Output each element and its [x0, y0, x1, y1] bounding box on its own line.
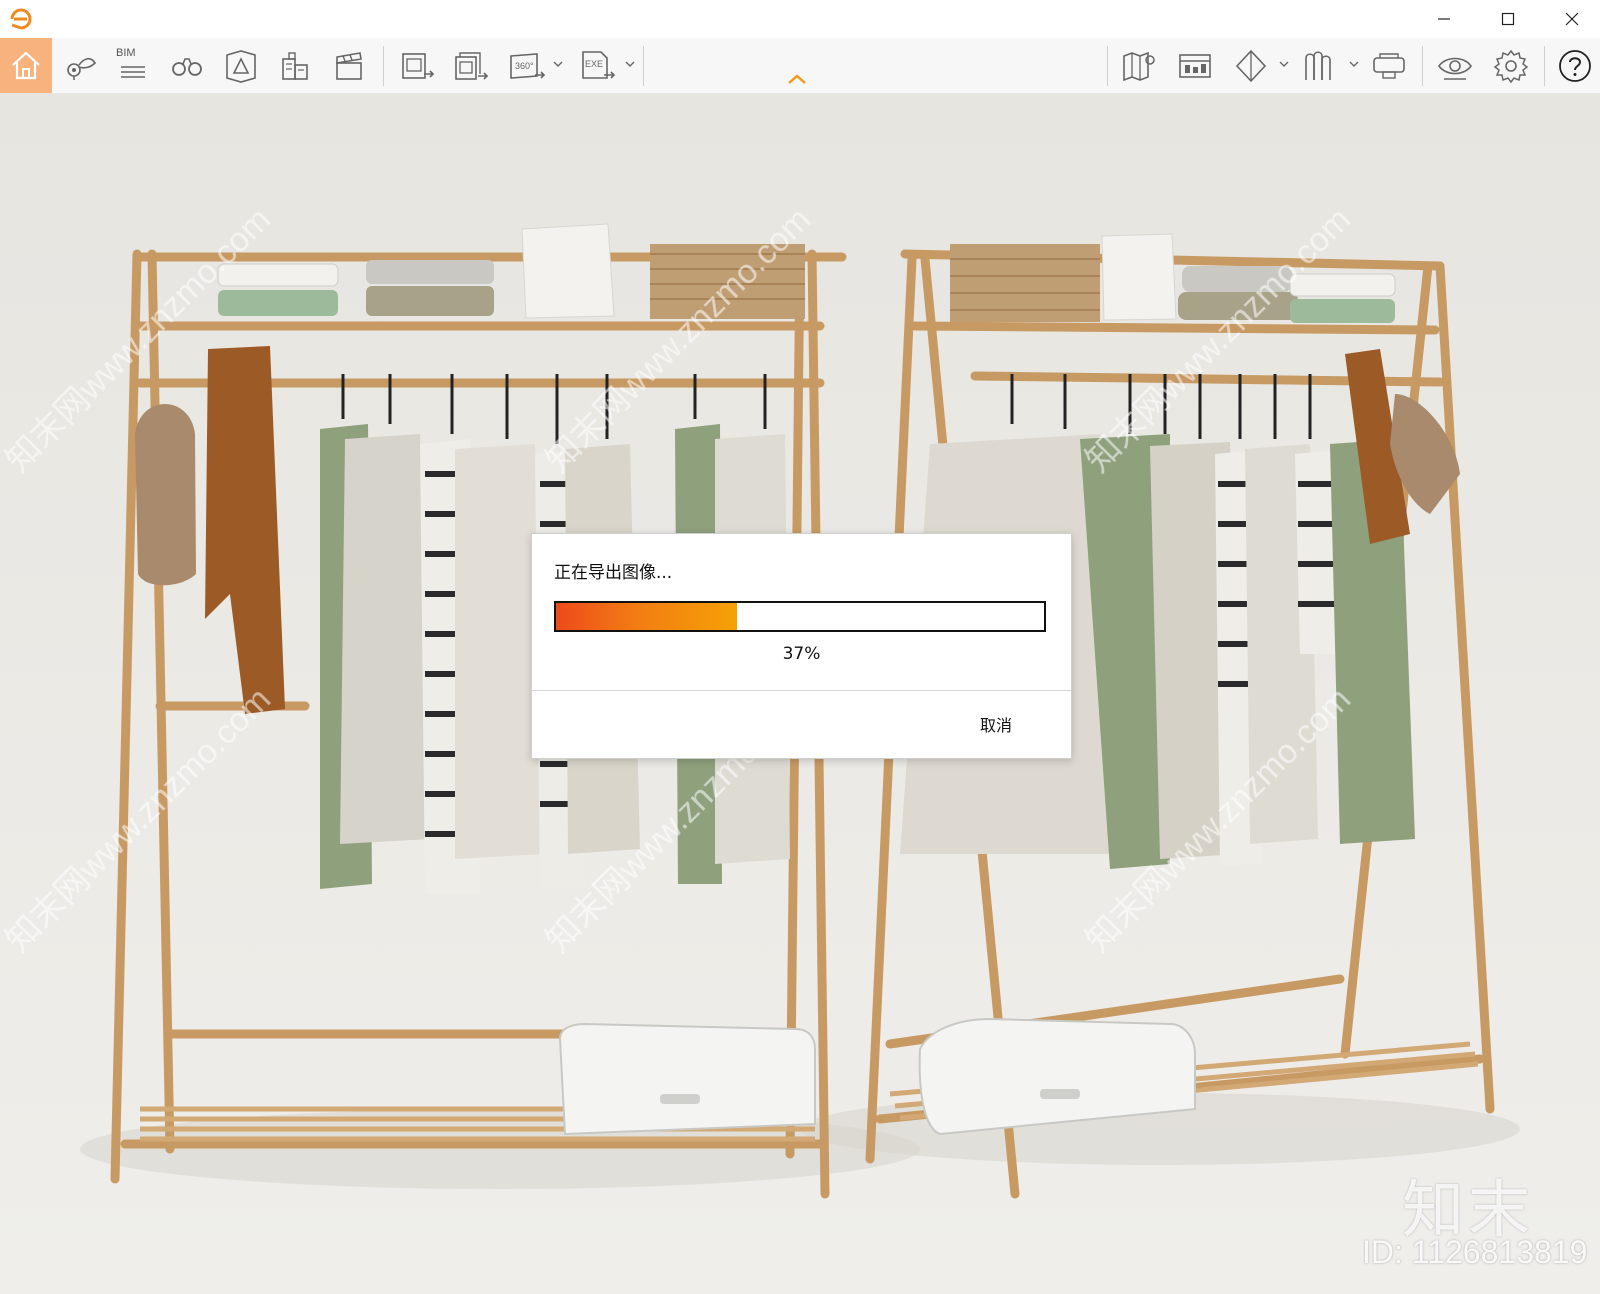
cabinet-icon	[1305, 50, 1331, 80]
chevron-down-icon[interactable]	[1278, 58, 1290, 70]
eye-icon	[1438, 57, 1472, 80]
export-exe-icon: EXE	[582, 50, 616, 79]
collapse-toolbar-toggle[interactable]	[786, 72, 808, 86]
minimize-icon	[1438, 18, 1450, 20]
export-exe-button[interactable]: EXE	[574, 38, 620, 93]
export-progress-dialog: 正在导出图像... 37% 取消	[531, 533, 1072, 759]
maximize-button[interactable]	[1476, 0, 1540, 38]
dialog-title: 正在导出图像...	[554, 563, 673, 583]
export-batch-button[interactable]	[448, 38, 494, 93]
perspective-button[interactable]	[218, 38, 264, 93]
vr-headset-icon	[1373, 52, 1405, 79]
map-button[interactable]	[1116, 38, 1162, 93]
bim-button[interactable]	[110, 38, 156, 93]
export-360-button[interactable]: 360°	[504, 38, 550, 93]
help-button[interactable]	[1552, 38, 1598, 93]
export-360-icon: 360°	[510, 52, 546, 79]
help-icon	[1559, 49, 1591, 82]
location-pin-icon	[67, 57, 97, 80]
toolbar-divider	[1107, 46, 1108, 86]
chevron-down-icon[interactable]	[1348, 58, 1360, 70]
cube-icon	[1235, 49, 1267, 82]
animation-button[interactable]	[326, 38, 372, 93]
watermark-id: ID: 1126813819	[1362, 1234, 1588, 1270]
gear-icon	[1493, 49, 1529, 83]
export-360-label: 360°	[515, 61, 534, 71]
map-icon	[1123, 51, 1155, 81]
app-logo-icon	[10, 8, 32, 30]
dialog-divider	[532, 690, 1071, 691]
chevron-down-icon[interactable]	[552, 58, 564, 70]
clapper-icon	[336, 51, 362, 80]
toolbar-divider	[1422, 46, 1423, 86]
maximize-icon	[1501, 12, 1515, 26]
settings-button[interactable]	[1488, 38, 1534, 93]
buildings-icon	[282, 51, 308, 80]
progress-percent: 37%	[782, 644, 821, 664]
minimize-button[interactable]	[1412, 0, 1476, 38]
buildings-button[interactable]	[272, 38, 318, 93]
export-batch-icon	[455, 51, 489, 80]
perspective-icon	[226, 49, 256, 83]
main-toolbar: BIM 360° EXE	[0, 38, 1600, 94]
bim-icon	[121, 65, 145, 78]
export-exe-label: EXE	[585, 59, 603, 69]
panel-icon	[1179, 53, 1211, 78]
binoculars-icon	[172, 57, 202, 76]
title-bar	[0, 0, 1600, 38]
binoculars-button[interactable]	[164, 38, 210, 93]
toolbar-divider	[383, 46, 384, 86]
cabinet-button[interactable]	[1296, 38, 1342, 93]
export-image-button[interactable]	[394, 38, 440, 93]
home-icon	[12, 51, 40, 79]
close-icon	[1565, 12, 1579, 26]
visibility-button[interactable]	[1432, 38, 1478, 93]
home-button[interactable]	[0, 38, 52, 93]
vr-button[interactable]	[1366, 38, 1412, 93]
progress-bar-fill	[556, 603, 737, 630]
cube-button[interactable]	[1228, 38, 1274, 93]
progress-bar	[554, 601, 1046, 632]
export-image-icon	[402, 52, 435, 79]
toolbar-divider	[1544, 46, 1545, 86]
cancel-button[interactable]: 取消	[980, 712, 1012, 736]
chevron-down-icon[interactable]	[624, 58, 636, 70]
panel-button[interactable]	[1172, 38, 1218, 93]
location-button[interactable]	[58, 38, 104, 93]
toolbar-divider	[643, 46, 644, 86]
close-button[interactable]	[1540, 0, 1600, 38]
